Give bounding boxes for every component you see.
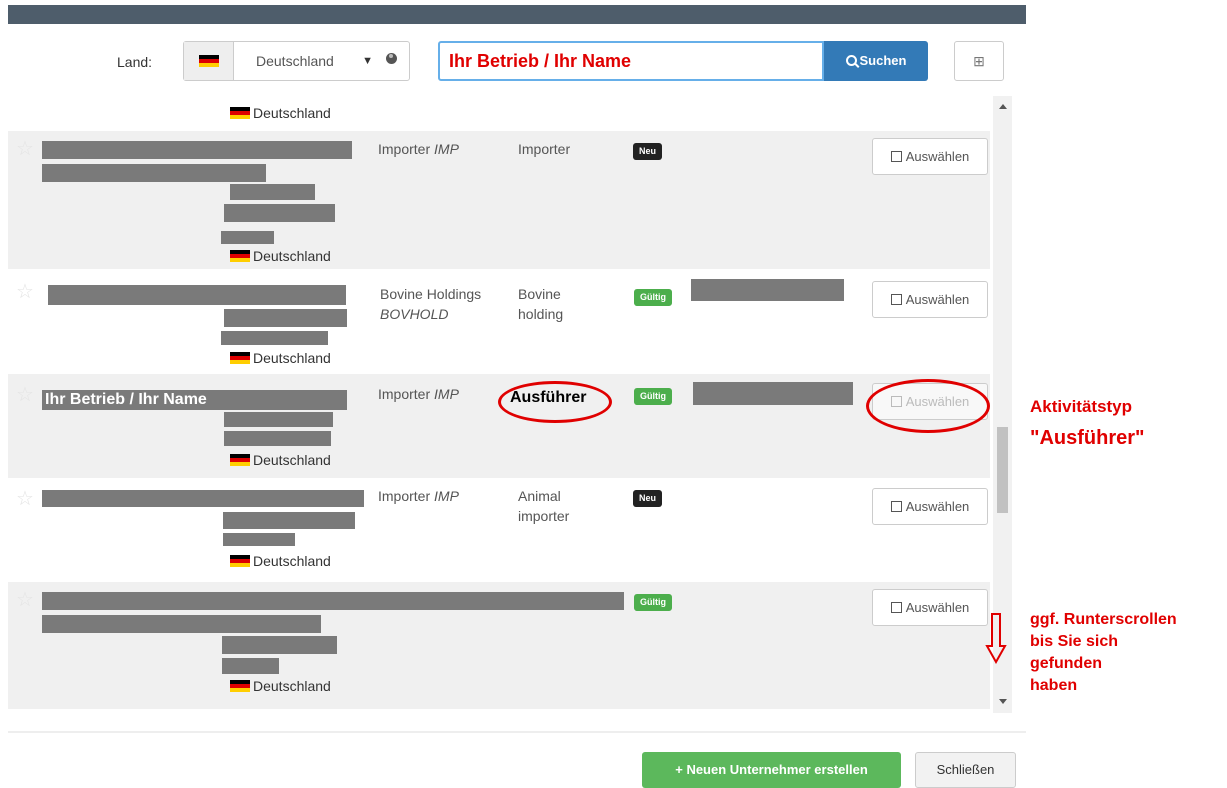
- germany-flag-icon: [230, 352, 250, 364]
- redacted-text: [222, 636, 337, 654]
- country-line: Deutschland: [230, 452, 331, 468]
- new-company-button[interactable]: + Neuen Unternehmer erstellen: [642, 752, 901, 788]
- edit-icon: [890, 294, 902, 305]
- status-badge: Gültig: [634, 594, 672, 611]
- search-input[interactable]: Ihr Betrieb / Ihr Name: [438, 41, 824, 81]
- redacted-text: [221, 231, 274, 244]
- edit-icon: [890, 602, 902, 613]
- star-icon[interactable]: ☆: [16, 385, 34, 405]
- activity-type: Animal importer: [518, 488, 570, 524]
- search-icon: [845, 55, 857, 66]
- country-line: Deutschland: [230, 350, 331, 366]
- divider: [8, 731, 1026, 733]
- country-line: Deutschland: [230, 678, 331, 694]
- arrow-down-icon: [985, 613, 1007, 664]
- germany-flag-icon: [199, 55, 219, 67]
- annotation-scroll: ggf. Runterscrollen bis Sie sich gefunde…: [1030, 611, 1177, 694]
- globe-icon[interactable]: [386, 53, 397, 64]
- table-row: ☆ Deutschland Gültig Auswählen: [8, 582, 990, 709]
- expand-icon: ⊞: [973, 53, 985, 69]
- scroll-down-icon[interactable]: [999, 699, 1007, 704]
- highlight-circle: [866, 379, 990, 433]
- star-icon[interactable]: ☆: [16, 489, 34, 509]
- redacted-text: [42, 615, 321, 633]
- close-button[interactable]: Schließen: [915, 752, 1016, 788]
- edit-icon: [890, 151, 902, 162]
- redacted-text: [42, 592, 624, 610]
- germany-flag-icon: [230, 555, 250, 567]
- activity-type: Ausführer: [510, 389, 587, 406]
- country-select[interactable]: Deutschland ▼: [233, 42, 381, 80]
- country-line: Deutschland: [230, 553, 331, 569]
- germany-flag-icon: [230, 454, 250, 466]
- table-row: ☆ Deutschland Importer IMP Importer Neu …: [8, 131, 990, 269]
- unit-type: Importer IMP: [378, 488, 459, 504]
- select-button[interactable]: Auswählen: [872, 138, 988, 175]
- plus-icon: +: [675, 762, 683, 777]
- company-name: Ihr Betrieb / Ihr Name: [42, 390, 347, 410]
- annotation-activity-value: "Ausführer": [1030, 427, 1145, 449]
- country-label: Land:: [117, 54, 153, 70]
- status-badge: Gültig: [634, 388, 672, 405]
- top-bar: [8, 5, 1026, 24]
- redacted-text: [224, 412, 333, 427]
- redacted-text: [223, 512, 355, 529]
- germany-flag-icon: [230, 250, 250, 262]
- expand-button[interactable]: ⊞: [954, 41, 1004, 81]
- country-line: Deutschland: [230, 105, 331, 121]
- country-flag-addon: [184, 42, 234, 80]
- redacted-text: [224, 431, 331, 446]
- redacted-text: [224, 204, 335, 222]
- redacted-text: [221, 331, 328, 345]
- unit-type: Importer IMP: [378, 141, 459, 157]
- select-button[interactable]: Auswählen: [872, 281, 988, 318]
- table-row: ☆ Deutschland Bovine Holdings BOVHOLD Bov…: [8, 269, 990, 374]
- redacted-text: [691, 279, 844, 301]
- table-row: ☆ Deutschland Importer IMP Animal importe…: [8, 478, 990, 582]
- country-line: Deutschland: [230, 248, 331, 264]
- germany-flag-icon: [230, 107, 250, 119]
- scroll-up-icon[interactable]: [999, 104, 1007, 109]
- star-icon[interactable]: ☆: [16, 590, 34, 610]
- country-selector[interactable]: Deutschland ▼: [183, 41, 410, 81]
- annotation-activity: Aktivitätstyp: [1030, 397, 1133, 416]
- germany-flag-icon: [230, 680, 250, 692]
- unit-type: Importer IMP: [378, 386, 459, 402]
- table-row: ☆ Ihr Betrieb / Ihr Name Deutschland Imp…: [8, 374, 990, 478]
- redacted-text: [223, 533, 295, 546]
- select-button[interactable]: Auswählen: [872, 589, 988, 626]
- scroll-thumb[interactable]: [997, 427, 1008, 513]
- redacted-text: [222, 658, 279, 674]
- redacted-text: [230, 184, 315, 200]
- activity-type: Importer: [518, 141, 571, 157]
- star-icon[interactable]: ☆: [16, 282, 34, 302]
- star-icon[interactable]: ☆: [16, 139, 34, 159]
- chevron-down-icon: ▼: [362, 55, 373, 67]
- redacted-text: [693, 382, 853, 405]
- redacted-text: [48, 285, 346, 305]
- status-badge: Gültig: [634, 289, 672, 306]
- search-button-label: Suchen: [859, 53, 907, 68]
- status-badge: Neu: [633, 143, 663, 160]
- redacted-text: [42, 141, 352, 159]
- unit-type: Bovine Holdings BOVHOLD: [380, 286, 482, 322]
- activity-type: Bovine holding: [518, 286, 564, 322]
- redacted-text: [224, 309, 347, 327]
- edit-icon: [890, 501, 902, 512]
- country-select-value: Deutschland: [256, 53, 334, 69]
- redacted-text: [42, 490, 364, 507]
- select-button[interactable]: Auswählen: [872, 488, 988, 525]
- status-badge: Neu: [633, 490, 663, 507]
- search-button[interactable]: Suchen: [824, 41, 928, 81]
- redacted-text: [42, 164, 266, 182]
